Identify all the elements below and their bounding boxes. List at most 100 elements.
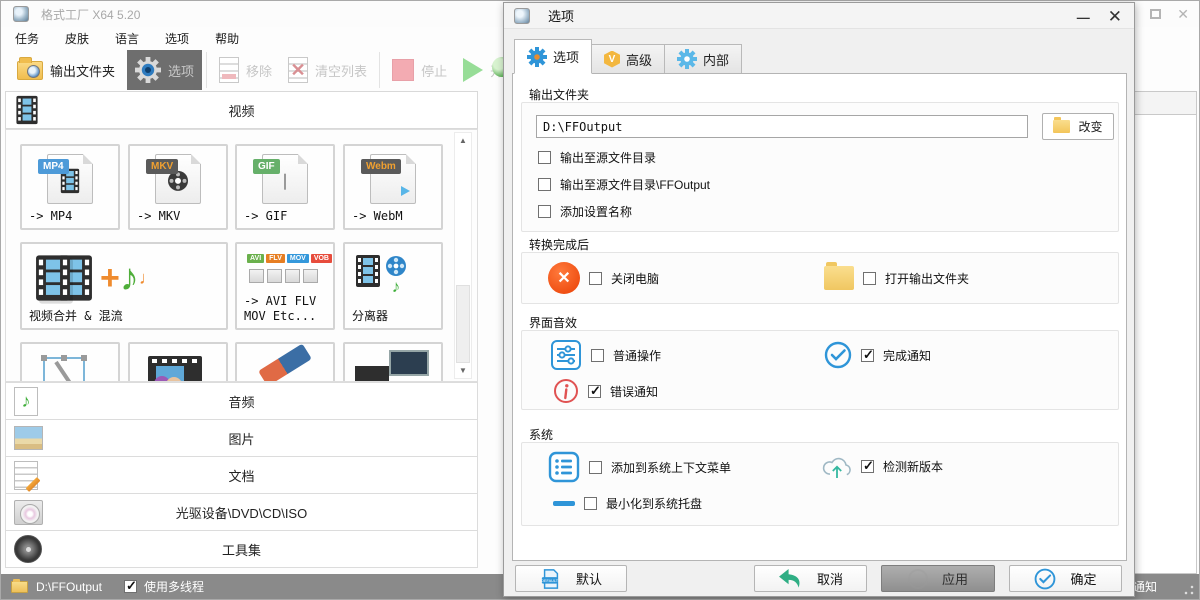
convert-card-webm[interactable]: Webm -> WebM: [343, 144, 443, 230]
output-folder-label: 输出文件夹: [50, 61, 115, 80]
tab-advanced[interactable]: V 高级: [592, 44, 665, 74]
statusbar-output-path: D:\FFOutput: [36, 580, 102, 594]
disc-icon: [14, 500, 43, 525]
dialog-minimize-icon[interactable]: —: [1077, 10, 1090, 25]
option-label: 输出至源文件目录: [560, 149, 656, 166]
checkbox[interactable]: [591, 349, 604, 362]
option-context-menu[interactable]: 添加到系统上下文菜单: [548, 451, 731, 483]
checkbox[interactable]: [861, 349, 874, 362]
menu-language[interactable]: 语言: [115, 30, 139, 47]
checkbox[interactable]: [863, 272, 876, 285]
checkbox[interactable]: [589, 272, 602, 285]
output-folder-button[interactable]: 输出文件夹: [9, 50, 123, 90]
dialog-tabs: 选项 V 高级 内部: [514, 39, 742, 74]
checkbox[interactable]: [589, 461, 602, 474]
remove-button[interactable]: 移除: [211, 50, 280, 90]
checkbox[interactable]: [538, 178, 551, 191]
scroll-up-icon[interactable]: ▲: [455, 133, 471, 148]
option-label: 输出至源文件目录\FFOutput: [560, 176, 710, 193]
convert-card-mp4[interactable]: MP4 -> MP4: [20, 144, 120, 230]
menu-skin[interactable]: 皮肤: [65, 30, 89, 47]
output-folder-icon: [17, 61, 43, 80]
clear-list-button[interactable]: ✕ 清空列表: [280, 50, 375, 90]
section-disc[interactable]: 光驱设备\DVD\CD\ISO: [5, 493, 478, 531]
section-video[interactable]: 视频: [5, 91, 478, 129]
section-document[interactable]: 文档: [5, 456, 478, 494]
section-video-label: 视频: [6, 101, 477, 120]
scroll-down-icon[interactable]: ▼: [455, 363, 471, 378]
convert-card-mkv[interactable]: MKV -> MKV: [128, 144, 228, 230]
checkbox[interactable]: [584, 497, 597, 510]
format-badge: MKV: [146, 159, 178, 174]
card-label: -> GIF: [244, 209, 287, 224]
option-label: 错误通知: [610, 383, 658, 400]
svg-text:DEFAULT: DEFAULT: [541, 579, 559, 583]
scroll-thumb[interactable]: [456, 285, 470, 363]
option-append-setting-name[interactable]: 添加设置名称: [538, 203, 632, 220]
options-button[interactable]: 选项: [127, 50, 202, 90]
convert-card-gif[interactable]: GIF -> GIF: [235, 144, 335, 230]
section-picture[interactable]: 图片: [5, 419, 478, 457]
splitter-icon: ♪: [355, 254, 408, 295]
maximize-icon[interactable]: [1150, 9, 1161, 19]
checkbox[interactable]: [538, 205, 551, 218]
ui-sound-heading: 界面音效: [529, 314, 577, 331]
card-partial-screen[interactable]: [343, 342, 443, 382]
stop-button[interactable]: 停止: [384, 50, 455, 90]
format-badge: Webm: [361, 159, 401, 174]
dialog-app-icon: [514, 8, 530, 24]
tab-options[interactable]: 选项: [514, 39, 592, 74]
menu-help[interactable]: 帮助: [215, 30, 239, 47]
apply-button[interactable]: 应用: [881, 565, 995, 592]
menu-options[interactable]: 选项: [165, 30, 189, 47]
file-icon: MP4: [47, 154, 93, 204]
ok-button[interactable]: 确定: [1009, 565, 1122, 592]
output-path-input[interactable]: [536, 115, 1028, 138]
section-toolset[interactable]: 工具集: [5, 530, 478, 568]
option-label: 打开输出文件夹: [885, 270, 969, 287]
option-shutdown[interactable]: 关闭电脑: [548, 262, 659, 294]
section-audio[interactable]: ♪ 音频: [5, 382, 478, 420]
clear-list-label: 清空列表: [315, 61, 367, 80]
option-error-notify[interactable]: 错误通知: [553, 378, 658, 404]
card-video-join-mux[interactable]: +♪♩ 视频合并 & 混流: [20, 242, 228, 330]
card-label: -> AVI FLV MOV Etc...: [244, 294, 330, 324]
option-open-output-folder[interactable]: 打开输出文件夹: [824, 266, 969, 290]
card-partial-crop[interactable]: [20, 342, 120, 382]
section-toolset-label: 工具集: [6, 540, 477, 559]
card-partial-eraser[interactable]: [235, 342, 335, 382]
change-button[interactable]: 改变: [1042, 113, 1114, 140]
stop-label: 停止: [421, 61, 447, 80]
grid-scrollbar[interactable]: ▲ ▼: [454, 132, 472, 379]
back-arrow-icon: [778, 568, 803, 589]
card-label: -> MKV: [137, 209, 180, 224]
option-output-source-ffoutput[interactable]: 输出至源文件目录\FFOutput: [538, 176, 710, 193]
resize-grip[interactable]: [1184, 585, 1194, 595]
checkbox[interactable]: [861, 460, 874, 473]
tab-internal[interactable]: 内部: [665, 44, 742, 74]
close-icon[interactable]: ✕: [1177, 9, 1189, 19]
card-avi-flv-mov[interactable]: AVI FLV MOV VOB -> AVI FLV MOV Etc...: [235, 242, 335, 330]
option-complete-notify[interactable]: 完成通知: [824, 341, 931, 369]
cloud-upload-icon: [822, 453, 852, 480]
option-label: 最小化到系统托盘: [606, 495, 702, 512]
multithread-checkbox[interactable]: [124, 580, 137, 593]
card-splitter[interactable]: ♪ 分离器: [343, 242, 443, 330]
card-label: 分离器: [352, 309, 388, 324]
gear-icon: [135, 57, 161, 83]
checkbox[interactable]: [538, 151, 551, 164]
option-minimize-tray[interactable]: 最小化到系统托盘: [553, 495, 702, 512]
checkbox[interactable]: [588, 385, 601, 398]
default-button[interactable]: DEFAULT 默认: [515, 565, 627, 592]
format-badge: MP4: [38, 159, 69, 174]
option-label: 完成通知: [883, 347, 931, 364]
option-output-source-dir[interactable]: 输出至源文件目录: [538, 149, 656, 166]
card-partial-film[interactable]: [128, 342, 228, 382]
option-normal-sound[interactable]: 普通操作: [550, 339, 661, 371]
option-check-update[interactable]: 检测新版本: [822, 453, 943, 480]
menu-task[interactable]: 任务: [15, 30, 39, 47]
cancel-button[interactable]: 取消: [754, 565, 867, 592]
card-label: 视频合并 & 混流: [29, 309, 123, 324]
dialog-content: 输出文件夹 改变 输出至源文件目录 输出至源文件目录\FFOutput 添加设置…: [512, 73, 1127, 561]
dialog-close-icon[interactable]: ✕: [1108, 7, 1122, 27]
